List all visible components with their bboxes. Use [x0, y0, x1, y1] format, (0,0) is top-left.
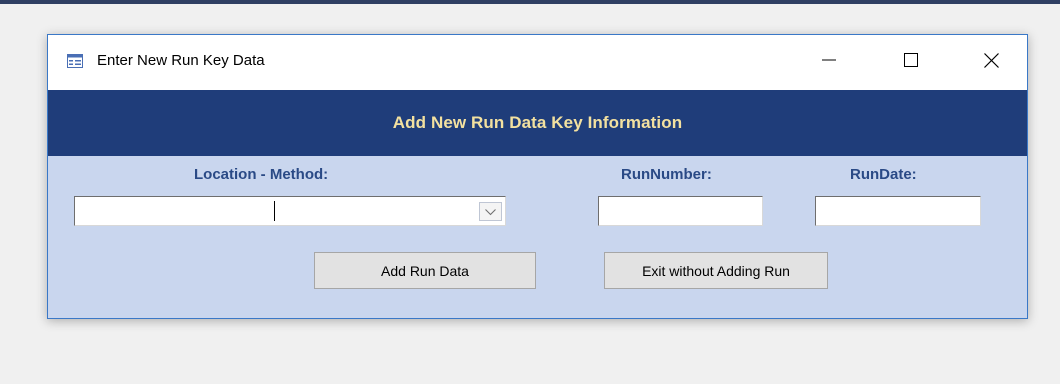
- close-icon: [983, 52, 999, 73]
- dropdown-button[interactable]: [479, 202, 502, 221]
- background-top-strip: [0, 0, 1060, 4]
- minimize-icon: [822, 53, 836, 72]
- text-cursor: [274, 201, 275, 221]
- chevron-down-icon: [485, 203, 496, 221]
- maximize-button[interactable]: [882, 35, 940, 90]
- form-header: Add New Run Data Key Information: [48, 90, 1027, 156]
- form-icon: [67, 54, 83, 68]
- run-date-field[interactable]: [815, 196, 981, 226]
- run-number-field[interactable]: [598, 196, 763, 226]
- window-title: Enter New Run Key Data: [97, 52, 265, 69]
- run-date-label: RunDate:: [850, 166, 917, 183]
- add-run-data-button[interactable]: Add Run Data: [314, 252, 536, 289]
- run-number-label: RunNumber:: [621, 166, 712, 183]
- title-bar[interactable]: Enter New Run Key Data: [48, 35, 1027, 90]
- exit-without-adding-button[interactable]: Exit without Adding Run: [604, 252, 828, 289]
- form-header-title: Add New Run Data Key Information: [392, 113, 683, 132]
- location-method-label: Location - Method:: [194, 166, 329, 183]
- dialog-window: Enter New Run Key Data Add New Run Data …: [47, 34, 1028, 319]
- close-button[interactable]: [962, 35, 1020, 90]
- minimize-button[interactable]: [800, 35, 858, 90]
- maximize-icon: [904, 53, 918, 72]
- location-method-combobox[interactable]: [74, 196, 506, 226]
